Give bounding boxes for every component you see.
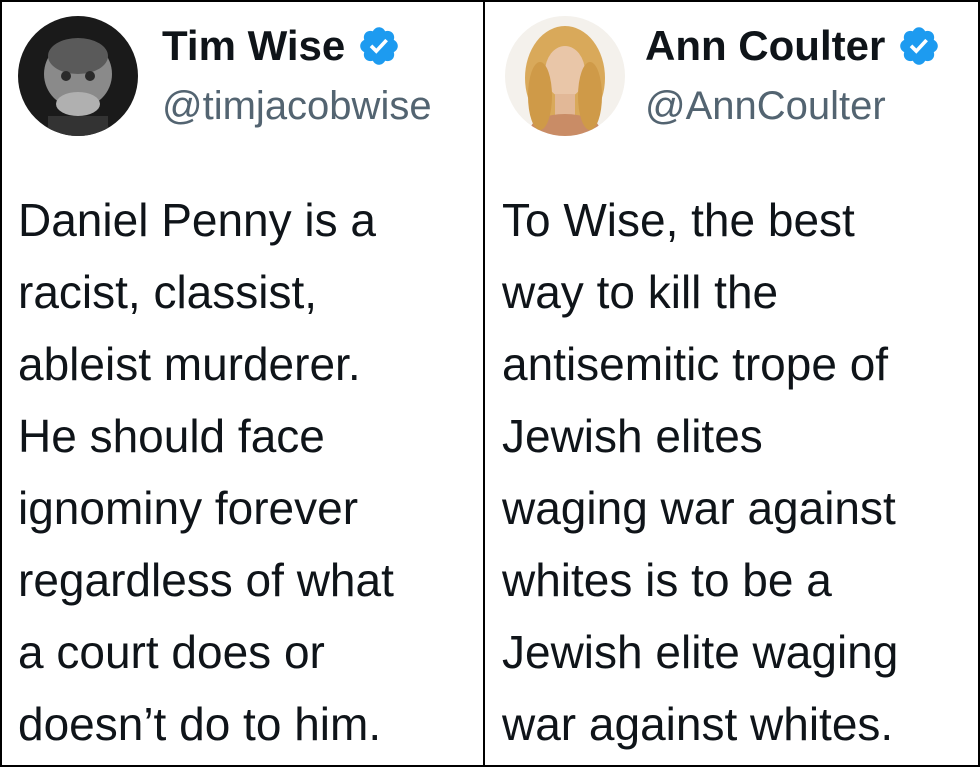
verified-badge-icon bbox=[357, 24, 401, 68]
tweet-line: regardless of what bbox=[18, 554, 394, 606]
tweet-comparison: Tim Wise @timjacobwise Daniel Penny is a… bbox=[0, 0, 980, 767]
author-display-name[interactable]: Tim Wise bbox=[162, 22, 345, 70]
tweet-line: a court does or bbox=[18, 626, 325, 678]
tweet-line: He should face bbox=[18, 410, 325, 462]
tweet-line: Jewish elite waging bbox=[502, 626, 899, 678]
avatar-ann-coulter-icon bbox=[505, 16, 625, 136]
tweet-line: waging war against bbox=[502, 482, 896, 534]
tweet-card-left: Tim Wise @timjacobwise Daniel Penny is a… bbox=[2, 2, 485, 765]
avatar-tim-wise-icon bbox=[18, 16, 138, 136]
author-handle[interactable]: @timjacobwise bbox=[162, 84, 432, 129]
tweet-card-right: Ann Coulter @AnnCoulter To Wise, the bes… bbox=[485, 2, 978, 765]
author-display-name[interactable]: Ann Coulter bbox=[645, 22, 885, 70]
avatar[interactable] bbox=[505, 16, 625, 136]
tweet-line: ableist murderer. bbox=[18, 338, 361, 390]
avatar[interactable] bbox=[18, 16, 138, 136]
tweet-line: whites is to be a bbox=[502, 554, 832, 606]
tweet-line: war against whites. bbox=[502, 698, 894, 750]
tweet-text: To Wise, the best way to kill the antise… bbox=[502, 184, 972, 760]
author-handle[interactable]: @AnnCoulter bbox=[645, 84, 886, 129]
tweet-line: antisemitic trope of bbox=[502, 338, 889, 390]
tweet-line: racist, classist, bbox=[18, 266, 318, 318]
tweet-text: Daniel Penny is a racist, classist, able… bbox=[18, 184, 477, 760]
author-name-row: Tim Wise bbox=[162, 22, 401, 70]
tweet-line: doesn’t do to him. bbox=[18, 698, 382, 750]
tweet-line: ignominy forever bbox=[18, 482, 359, 534]
tweet-line: way to kill the bbox=[502, 266, 779, 318]
verified-badge-icon bbox=[897, 24, 941, 68]
author-name-row: Ann Coulter bbox=[645, 22, 941, 70]
tweet-line: To Wise, the best bbox=[502, 194, 855, 246]
tweet-line: Daniel Penny is a bbox=[18, 194, 376, 246]
tweet-line: Jewish elites bbox=[502, 410, 763, 462]
